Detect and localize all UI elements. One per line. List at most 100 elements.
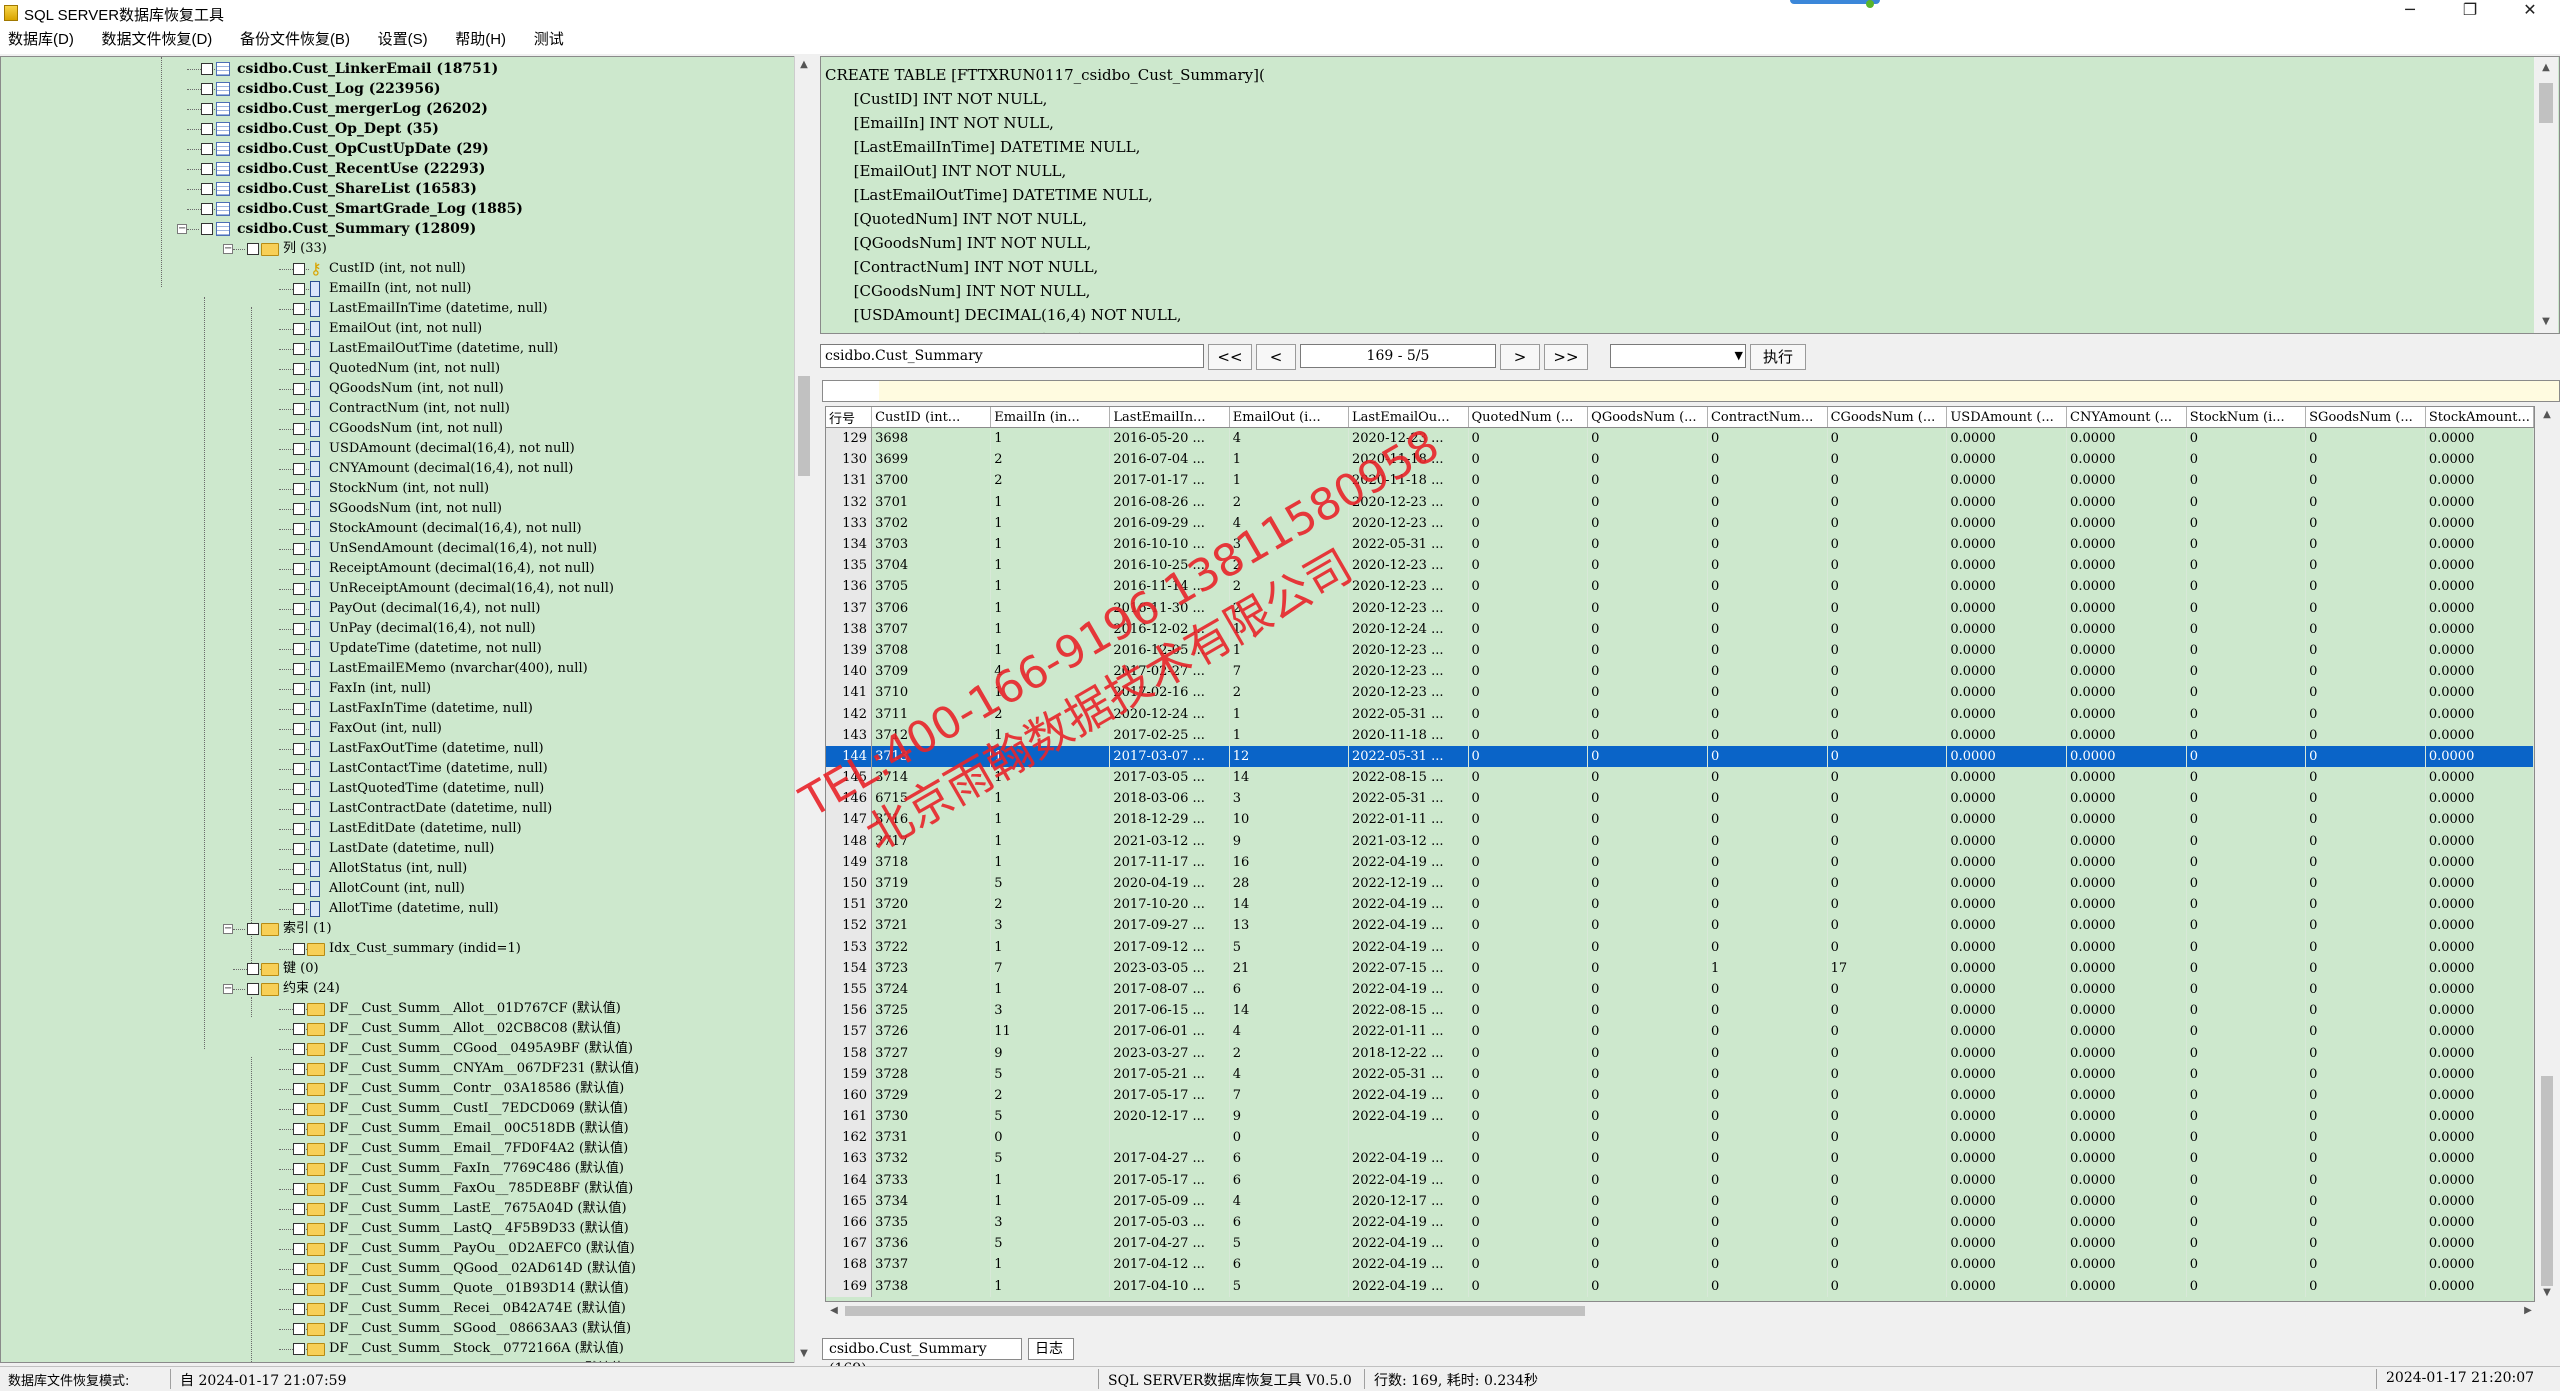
table-cell[interactable]: 0 (1468, 936, 1589, 958)
table-cell[interactable]: 2022-04-19 ... (1348, 1211, 1469, 1234)
tree-column-item[interactable]: LastContractDate (datetime, null) (1, 799, 791, 819)
tree-folder-indexes[interactable]: − 索引 (1) (1, 919, 791, 939)
checkbox[interactable] (293, 1023, 305, 1035)
checkbox[interactable] (293, 743, 305, 755)
table-cell[interactable]: 0 (2186, 1106, 2307, 1128)
table-cell[interactable]: 6 (1229, 978, 1349, 1001)
collapse-icon[interactable]: − (223, 984, 233, 994)
table-cell[interactable]: 0.0000 (2066, 1042, 2187, 1064)
checkbox[interactable] (201, 163, 213, 175)
table-cell[interactable]: 0 (2186, 1254, 2307, 1276)
table-cell[interactable]: 3706 (871, 597, 992, 619)
table-cell[interactable]: 2 (990, 894, 1111, 916)
table-cell[interactable]: 0 (2186, 682, 2307, 704)
table-cell[interactable]: 0 (2186, 491, 2307, 513)
table-cell[interactable]: 3724 (871, 978, 992, 1001)
table-cell[interactable]: 0.0000 (2066, 1021, 2187, 1043)
collapse-icon[interactable]: − (223, 924, 233, 934)
checkbox[interactable] (293, 1043, 305, 1055)
table-cell[interactable]: 3703 (871, 533, 992, 556)
table-cell[interactable]: 2017-08-07 ... (1109, 978, 1230, 1001)
table-cell[interactable]: 7 (1229, 661, 1349, 683)
table-cell[interactable]: 0.0000 (2425, 851, 2534, 873)
table-cell[interactable]: 0.0000 (2066, 936, 2187, 958)
table-cell[interactable]: 3700 (871, 470, 992, 492)
table-cell[interactable]: 0.0000 (1946, 1190, 2068, 1212)
scroll-up-icon[interactable]: ▲ (2538, 406, 2556, 424)
table-cell[interactable]: 0.0000 (1946, 703, 2068, 725)
table-cell[interactable]: 0 (1707, 1021, 1828, 1043)
table-cell[interactable]: 2022-08-15 ... (1348, 767, 1469, 789)
checkbox[interactable] (293, 443, 305, 455)
tree-column-item[interactable]: FaxOut (int, null) (1, 719, 791, 739)
table-cell[interactable]: 2022-12-19 ... (1348, 872, 1469, 895)
table-cell[interactable]: 0 (1468, 809, 1589, 831)
checkbox[interactable] (201, 143, 213, 155)
checkbox[interactable] (201, 123, 213, 135)
table-cell[interactable]: 0 (1707, 449, 1828, 471)
first-page-button[interactable]: << (1208, 344, 1252, 370)
tree-constraint-item[interactable]: DF__Cust_Summ__Allot__02CB8C08 (默认值) (1, 1019, 791, 1039)
table-cell[interactable]: 0.0000 (1946, 618, 2068, 640)
table-cell[interactable]: 1 (990, 427, 1111, 450)
table-cell[interactable]: 0.0000 (1946, 978, 2068, 1001)
table-cell[interactable]: 3732 (871, 1148, 992, 1170)
table-cell[interactable]: 3707 (871, 618, 992, 640)
table-cell[interactable]: 0 (1468, 745, 1589, 767)
table-row[interactable]: 149 3718 1 2017-11-17 ... 16 2022-04-19 ... 0 0… (826, 851, 2534, 873)
table-cell[interactable]: 2016-08-26 ... (1109, 491, 1230, 513)
table-cell[interactable]: 0 (2186, 703, 2307, 725)
row-number-cell[interactable]: 165 (826, 1190, 873, 1212)
table-cell[interactable]: 0 (2186, 915, 2307, 937)
table-cell[interactable]: 3 (990, 1000, 1111, 1022)
table-cell[interactable]: 2022-04-19 ... (1348, 1084, 1469, 1106)
table-cell[interactable]: 4 (1229, 1063, 1349, 1085)
table-cell[interactable]: 0 (1707, 427, 1828, 450)
table-cell[interactable]: 0 (1707, 1042, 1828, 1064)
column-header[interactable]: SGoodsNum (... (2305, 407, 2426, 428)
table-cell[interactable]: 0 (2186, 872, 2307, 895)
table-cell[interactable]: 0.0000 (2425, 915, 2534, 937)
table-cell[interactable]: 0.0000 (2066, 1106, 2187, 1128)
table-cell[interactable]: 6 (1229, 1169, 1349, 1191)
table-cell[interactable]: 0 (1587, 512, 1708, 534)
table-cell[interactable]: 2017-03-07 ... (1109, 745, 1230, 767)
checkbox[interactable] (293, 1263, 305, 1275)
table-cell[interactable]: 0 (1707, 851, 1828, 873)
table-cell[interactable]: 0 (1827, 427, 1948, 450)
table-cell[interactable]: 0 (1827, 618, 1948, 640)
tree-constraint-item[interactable]: DF__Cust_Summ__Quote__01B93D14 (默认值) (1, 1279, 791, 1299)
checkbox[interactable] (293, 303, 305, 315)
table-cell[interactable]: 0 (1827, 767, 1948, 789)
last-page-button[interactable]: >> (1544, 344, 1588, 370)
table-cell[interactable]: 14 (1229, 767, 1349, 789)
table-cell[interactable]: 0 (2186, 597, 2307, 619)
sql-text[interactable]: CREATE TABLE [FTTXRUN0117_csidbo_Cust_Su… (821, 57, 2559, 333)
table-cell[interactable]: 2021-03-12 ... (1348, 830, 1469, 852)
filter-input[interactable] (822, 380, 2560, 402)
table-cell[interactable]: 0.0000 (2066, 724, 2187, 746)
scroll-right-icon[interactable]: ▶ (2519, 1302, 2537, 1320)
table-cell[interactable]: 2 (990, 449, 1111, 471)
table-cell[interactable]: 0.0000 (2425, 512, 2534, 534)
table-cell[interactable]: 0 (2305, 1233, 2426, 1255)
table-cell[interactable]: 0 (1587, 851, 1708, 873)
table-cell[interactable]: 0 (1827, 1169, 1948, 1191)
table-cell[interactable]: 0 (1587, 1021, 1708, 1043)
tree-constraint-item[interactable]: DF__Cust_Summ__Allot__01D767CF (默认值) (1, 999, 791, 1019)
tree-scrollbar[interactable]: ▲ ▼ (794, 56, 813, 1363)
checkbox[interactable] (201, 223, 213, 235)
table-cell[interactable]: 0 (2305, 1190, 2426, 1212)
table-cell[interactable]: 0.0000 (2066, 682, 2187, 704)
table-cell[interactable]: 3699 (871, 449, 992, 471)
table-row[interactable]: 156 3725 3 2017-06-15 ... 14 2022-08-15 ... 0 0… (826, 1000, 2534, 1022)
table-row[interactable]: 148 3717 1 2021-03-12 ... 9 2021-03-12 ... 0 0 0… (826, 830, 2534, 852)
table-cell[interactable]: 2017-09-27 ... (1109, 915, 1230, 937)
tree-constraint-item[interactable]: DF__Cust_Summ__Contr__03A18586 (默认值) (1, 1079, 791, 1099)
table-cell[interactable]: 0 (2186, 1148, 2307, 1170)
menu-datafile-recovery[interactable]: 数据文件恢复(D) (101, 28, 212, 49)
table-cell[interactable]: 0 (1827, 915, 1948, 937)
table-cell[interactable]: 2022-04-19 ... (1348, 915, 1469, 937)
column-header[interactable]: CustID (int... (871, 407, 992, 428)
table-cell[interactable]: 0 (2305, 767, 2426, 789)
